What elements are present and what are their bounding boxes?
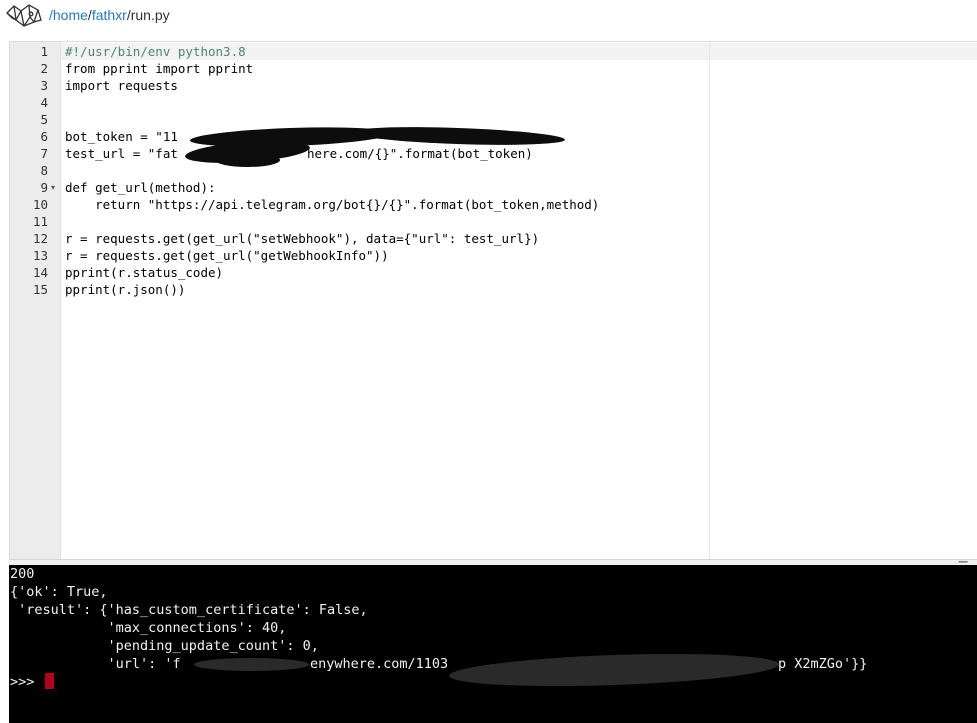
console-line: 'result': {'has_custom_certificate': Fal… [10, 602, 368, 618]
line-number: 3 [40, 78, 48, 93]
console-prompt: >>> [10, 674, 43, 690]
line-number: 8 [40, 163, 48, 178]
code-line: import requests [65, 78, 178, 93]
code-line: r = requests.get(get_url("setWebhook"), … [65, 231, 540, 246]
code-editor[interactable]: 1 2 3 4 5 6 7 8 9 ▾ 10 11 12 13 14 15 #!… [9, 41, 977, 560]
line-number: 6 [40, 129, 48, 144]
code-fragment: here.com/{}".format(bot_token) [307, 146, 533, 161]
line-number-gutter: 1 2 3 4 5 6 7 8 9 ▾ 10 11 12 13 14 15 [10, 42, 61, 560]
line-number: 14 [32, 265, 48, 280]
line-number: 4 [40, 95, 48, 110]
code-content[interactable]: #!/usr/bin/env python3.8 from pprint imp… [65, 43, 599, 298]
print-margin [709, 42, 710, 560]
breadcrumb-home-link[interactable]: /home [49, 7, 88, 23]
console-fragment: enywhere.com/1103 [310, 656, 449, 672]
console-fragment: p X2mZGo'}} [778, 656, 868, 672]
code-line: return "https://api.telegram.org/bot{}/{… [65, 197, 600, 212]
header: /home/fathxr/run.py [0, 0, 977, 40]
line-number: 7 [40, 146, 48, 161]
code-line: r = requests.get(get_url("getWebhookInfo… [65, 248, 389, 263]
line-number: 15 [32, 282, 48, 297]
pythonanywhere-logo-icon[interactable] [4, 2, 44, 30]
line-number: 11 [32, 214, 48, 229]
line-number: 9 [40, 180, 48, 195]
console-line: 200 [10, 566, 35, 582]
code-line: pprint(r.status_code) [65, 265, 224, 280]
line-number: 12 [32, 231, 48, 246]
console-line: {'ok': True, [10, 584, 108, 600]
line-number: 1 [40, 44, 48, 59]
fold-toggle-icon[interactable]: ▾ [51, 179, 55, 196]
console-line: 'pending_update_count': 0, [10, 638, 319, 654]
code-line: #!/usr/bin/env python3.8 [65, 44, 246, 59]
redaction-mark [194, 658, 309, 671]
line-number: 13 [32, 248, 48, 263]
console-output[interactable]: 200 {'ok': True, 'result': {'has_custom_… [9, 565, 977, 723]
text-cursor [44, 673, 54, 689]
code-line: pprint(r.json()) [65, 282, 186, 297]
console-line: 'max_connections': 40, [10, 620, 287, 636]
code-line: def get_url(method): [65, 180, 216, 195]
breadcrumb: /home/fathxr/run.py [49, 7, 170, 23]
line-number: 10 [32, 197, 48, 212]
redaction-mark [215, 153, 280, 167]
breadcrumb-user-link[interactable]: fathxr [92, 7, 127, 23]
line-number: 5 [40, 112, 48, 127]
code-line: from pprint import pprint [65, 61, 254, 76]
breadcrumb-filename: /run.py [126, 7, 170, 23]
line-number: 2 [40, 61, 48, 76]
